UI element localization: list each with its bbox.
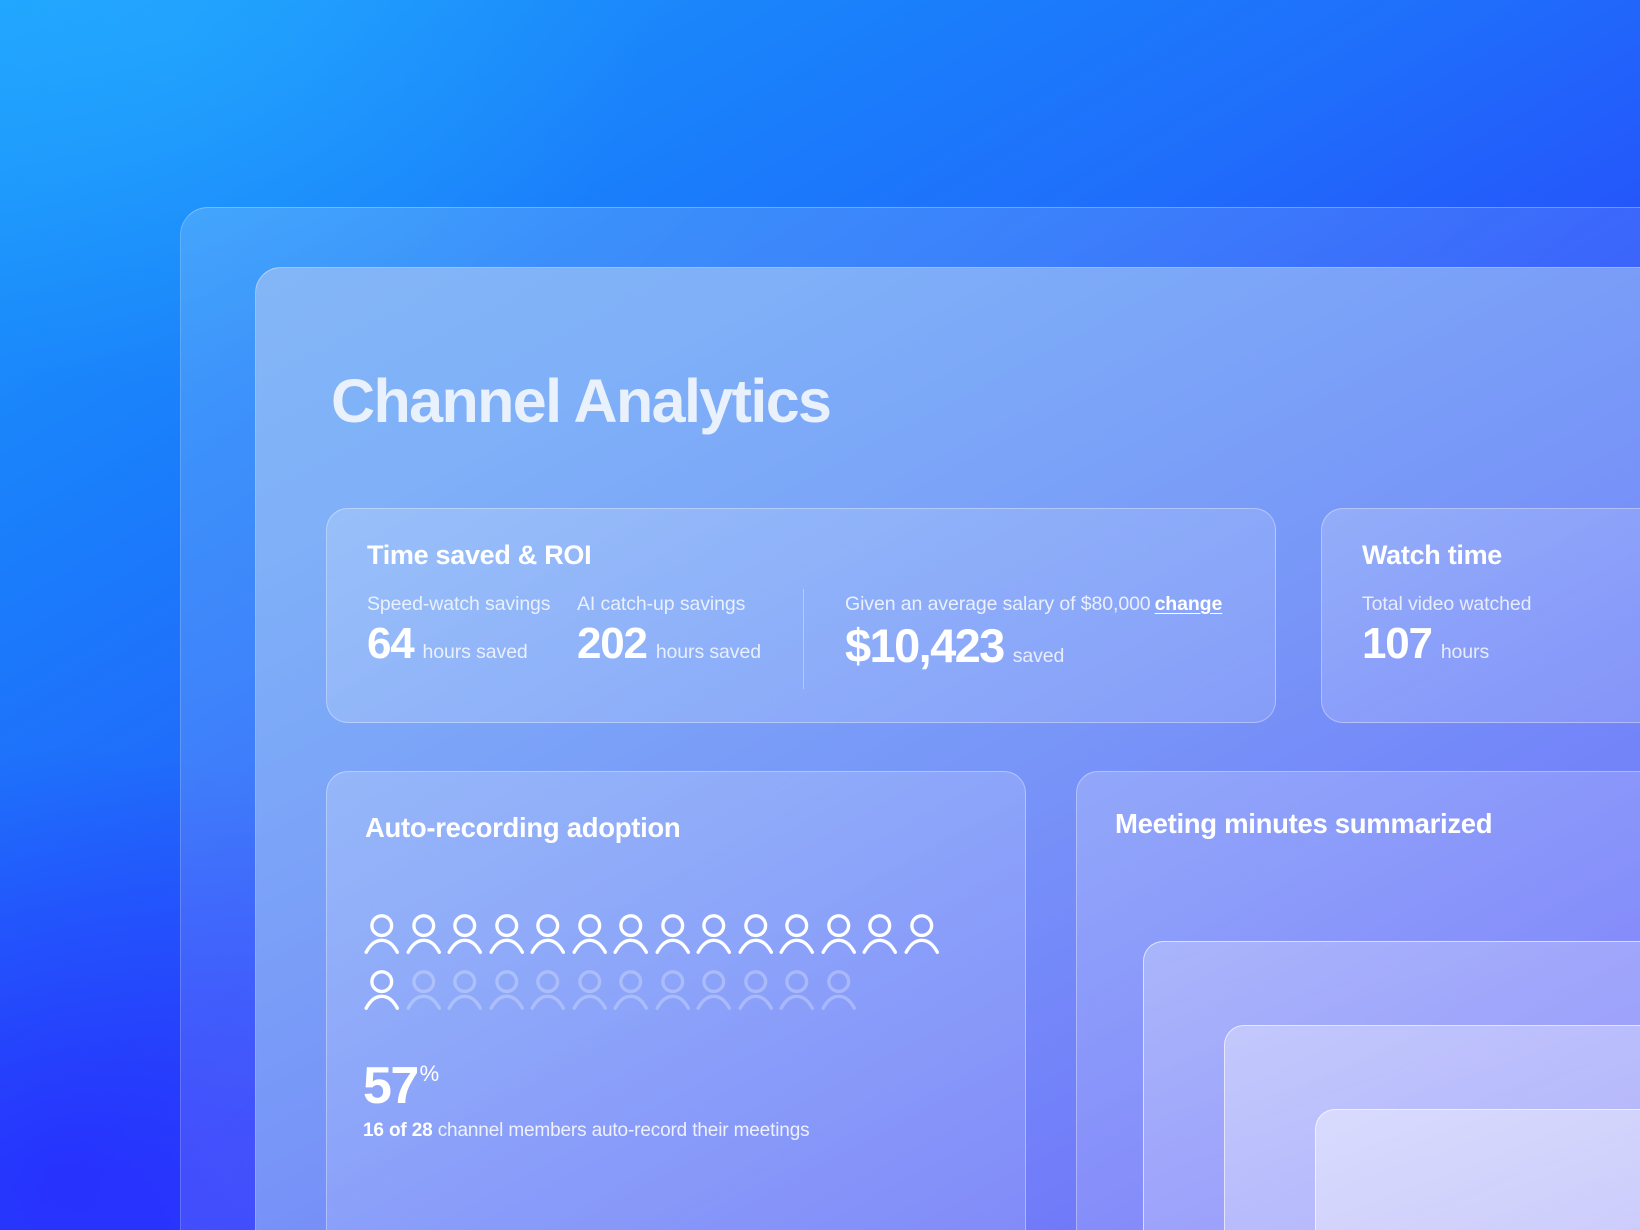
ai-catchup-savings-stat: AI catch-up savings 202 hours saved	[577, 593, 761, 667]
person-icon	[696, 914, 731, 954]
page-title: Channel Analytics	[331, 367, 832, 435]
meeting-minutes-summarized-card: Meeting minutes summarized	[1076, 771, 1640, 1230]
person-icon	[779, 914, 814, 954]
person-icon	[904, 914, 939, 954]
person-icon	[364, 914, 399, 954]
person-icon	[530, 970, 565, 1010]
person-icon	[406, 970, 441, 1010]
ai-catchup-value: 202	[577, 619, 648, 668]
adoption-percent: 57 %	[363, 1060, 439, 1112]
change-salary-link[interactable]: change	[1155, 593, 1223, 615]
auto-recording-adoption-card: Auto-recording adoption 57 % 16 of 28 ch…	[326, 771, 1026, 1230]
person-icon	[779, 970, 814, 1010]
adoption-people-grid	[361, 908, 961, 1020]
salary-note-text: Given an average salary of $80,000	[845, 593, 1151, 615]
adoption-percent-sign: %	[419, 1061, 440, 1086]
total-watched-label: Total video watched	[1362, 593, 1532, 615]
roi-value: $10,423	[845, 619, 1005, 672]
person-icon	[530, 914, 565, 954]
person-icon	[821, 914, 856, 954]
person-icon	[821, 970, 856, 1010]
person-icon	[738, 970, 773, 1010]
person-icon	[489, 970, 524, 1010]
person-icon	[613, 914, 648, 954]
watch-time-heading: Watch time	[1362, 540, 1503, 570]
speed-watch-savings-stat: Speed-watch savings 64 hours saved	[367, 593, 551, 668]
person-icon	[862, 914, 897, 954]
total-watched-value: 107	[1362, 619, 1433, 668]
person-icon	[655, 970, 690, 1010]
time-saved-roi-card: Time saved & ROI Speed-watch savings 64 …	[326, 508, 1276, 723]
total-video-watched-stat: Total video watched 107 hours	[1362, 593, 1531, 667]
watch-time-card: Watch time Total video watched 107 hours	[1321, 508, 1640, 723]
minutes-sheet-3	[1315, 1109, 1640, 1230]
analytics-panel: Channel Analytics Time saved & ROI Speed…	[255, 267, 1640, 1230]
adoption-caption-count: 16 of 28	[363, 1120, 433, 1141]
ai-catchup-label: AI catch-up savings	[577, 593, 746, 615]
speed-watch-value: 64	[367, 619, 415, 668]
time-saved-heading: Time saved & ROI	[367, 540, 592, 570]
roi-divider	[803, 589, 804, 689]
person-icon	[489, 914, 524, 954]
person-icon	[655, 914, 690, 954]
person-icon	[364, 970, 399, 1010]
person-icon	[613, 970, 648, 1010]
auto-recording-heading: Auto-recording adoption	[365, 812, 681, 843]
person-icon	[447, 914, 482, 954]
adoption-caption: 16 of 28 channel members auto-record the…	[363, 1120, 810, 1142]
ai-catchup-unit: hours saved	[655, 641, 761, 663]
salary-note: Given an average salary of $80,000 change	[845, 593, 1222, 616]
person-icon	[447, 970, 482, 1010]
person-icon	[738, 914, 773, 954]
person-icon	[572, 970, 607, 1010]
adoption-caption-text: channel members auto-record their meetin…	[432, 1120, 810, 1141]
roi-unit: saved	[1012, 645, 1065, 667]
roi-stat: Given an average salary of $80,000 change…	[845, 593, 1222, 670]
speed-watch-unit: hours saved	[422, 641, 528, 663]
person-icon	[406, 914, 441, 954]
person-icon	[572, 914, 607, 954]
meeting-minutes-heading: Meeting minutes summarized	[1115, 808, 1493, 839]
person-icon	[696, 970, 731, 1010]
adoption-percent-value: 57	[363, 1057, 419, 1115]
speed-watch-label: Speed-watch savings	[367, 593, 551, 615]
total-watched-unit: hours	[1440, 641, 1490, 663]
